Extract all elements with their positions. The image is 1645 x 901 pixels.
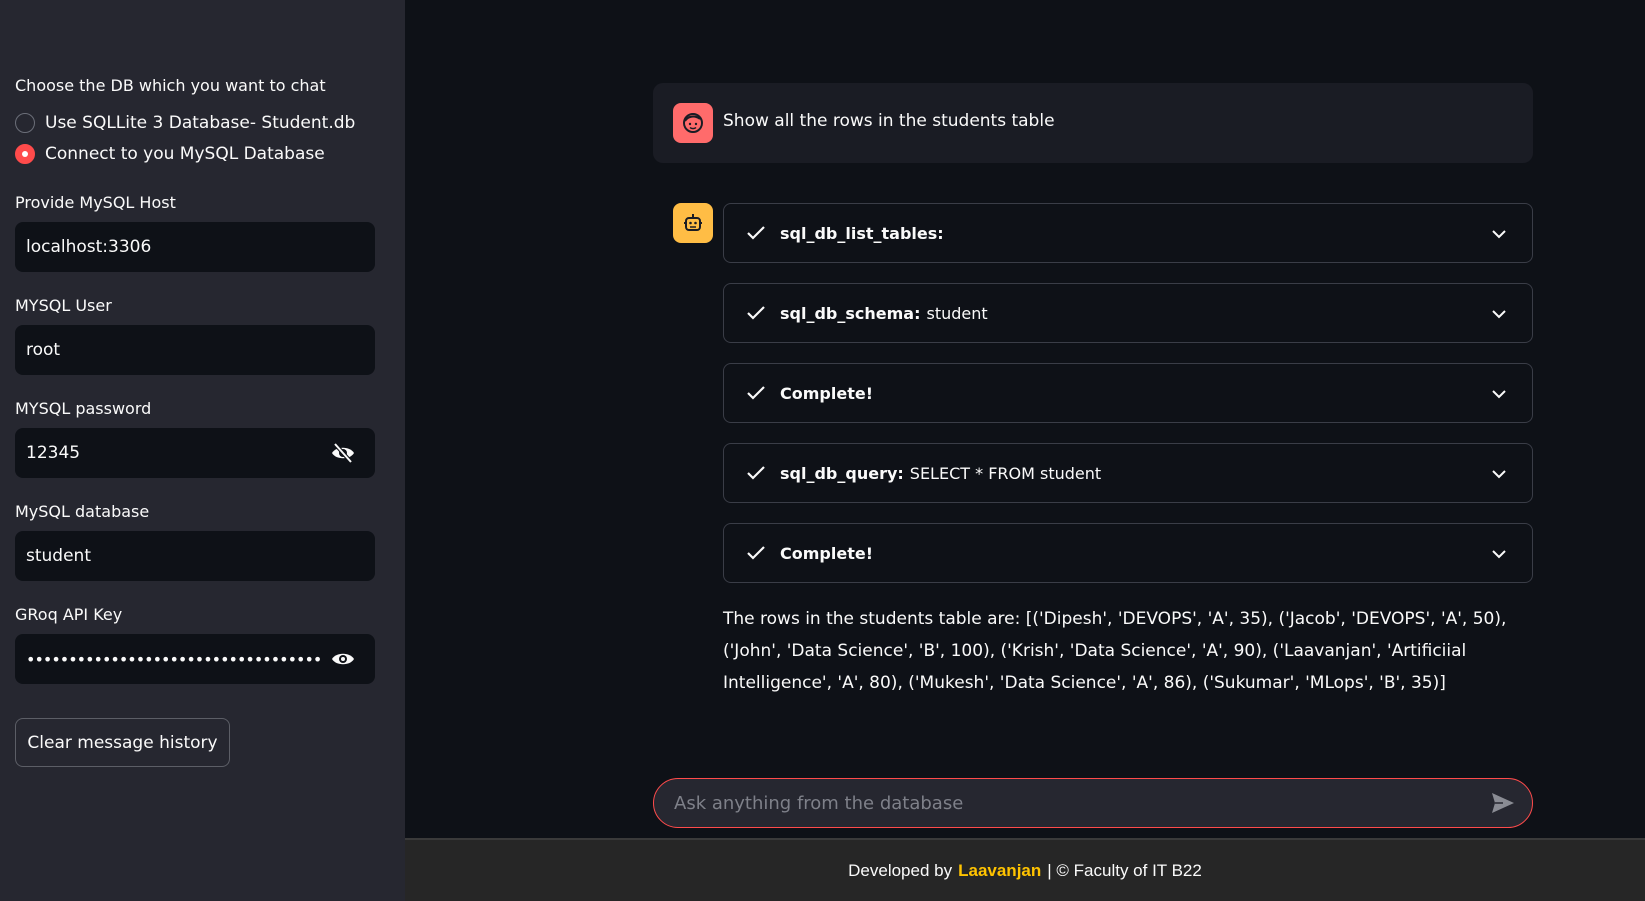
bot-avatar-icon (673, 203, 713, 243)
clear-history-button[interactable]: Clear message history (15, 718, 230, 767)
send-icon[interactable] (1488, 788, 1518, 818)
footer-author: Laavanjan (958, 860, 1042, 880)
radio-sqlite-label: Use SQLLite 3 Database- Student.db (45, 113, 356, 133)
step-expander[interactable]: sql_db_query: SELECT * FROM student (723, 443, 1533, 503)
step-expander[interactable]: Complete! (723, 523, 1533, 583)
chevron-down-icon[interactable] (1488, 223, 1510, 245)
api-key-input[interactable]: ••••••••••••••••••••••••••••••••••••••••… (15, 634, 375, 684)
chevron-down-icon[interactable] (1488, 303, 1510, 325)
user-message: Show all the rows in the students table (653, 83, 1533, 163)
step-title: Complete! (780, 543, 873, 563)
step-expander[interactable]: sql_db_list_tables: (723, 203, 1533, 263)
host-input[interactable]: localhost:3306 (15, 222, 375, 272)
chat-input-box[interactable] (653, 778, 1533, 828)
step-title: sql_db_schema: (780, 303, 921, 323)
step-title: Complete! (780, 383, 873, 403)
db-choice-label: Choose the DB which you want to chat (15, 76, 326, 95)
chevron-down-icon[interactable] (1488, 463, 1510, 485)
radio-button-on[interactable] (15, 144, 35, 164)
user-label: MYSQL User (15, 296, 112, 315)
user-avatar-icon (673, 103, 713, 143)
user-value: root (26, 340, 61, 360)
radio-mysql[interactable]: Connect to you MySQL Database (15, 142, 325, 166)
password-value: 12345 (26, 443, 81, 463)
host-label: Provide MySQL Host (15, 193, 176, 212)
database-label: MySQL database (15, 502, 150, 521)
check-icon (746, 302, 768, 324)
step-detail: student (926, 303, 988, 323)
user-input[interactable]: root (15, 325, 375, 375)
eye-icon[interactable] (323, 639, 363, 679)
password-label: MYSQL password (15, 399, 152, 418)
footer: Developed by Laavanjan | © Faculty of IT… (405, 838, 1645, 901)
footer-suffix: | © Faculty of IT B22 (1047, 860, 1202, 880)
sidebar: Choose the DB which you want to chat Use… (0, 0, 405, 901)
chevron-down-icon[interactable] (1488, 543, 1510, 565)
api-key-value: ••••••••••••••••••••••••••••••••••••••••… (26, 649, 323, 669)
check-icon (746, 462, 768, 484)
radio-button-off[interactable] (15, 113, 35, 133)
step-title: sql_db_query: (780, 463, 904, 483)
eye-slash-icon[interactable] (323, 433, 363, 473)
password-input[interactable]: 12345 (15, 428, 375, 478)
step-title: sql_db_list_tables: (780, 223, 944, 243)
footer-prefix: Developed by (848, 860, 953, 880)
chevron-down-icon[interactable] (1488, 383, 1510, 405)
host-value: localhost:3306 (26, 237, 152, 257)
step-expander[interactable]: sql_db_schema: student (723, 283, 1533, 343)
assistant-answer: The rows in the students table are: [('D… (723, 609, 1507, 693)
check-icon (746, 222, 768, 244)
check-icon (746, 542, 768, 564)
step-detail: SELECT * FROM student (909, 463, 1102, 483)
user-message-text: Show all the rows in the students table (723, 111, 1055, 131)
radio-sqlite[interactable]: Use SQLLite 3 Database- Student.db (15, 111, 355, 135)
radio-mysql-label: Connect to you MySQL Database (45, 144, 325, 164)
check-icon (746, 382, 768, 404)
api-key-label: GRoq API Key (15, 605, 123, 624)
step-expander[interactable]: Complete! (723, 363, 1533, 423)
database-value: student (26, 546, 91, 566)
chat-input[interactable] (674, 792, 1488, 814)
database-input[interactable]: student (15, 531, 375, 581)
